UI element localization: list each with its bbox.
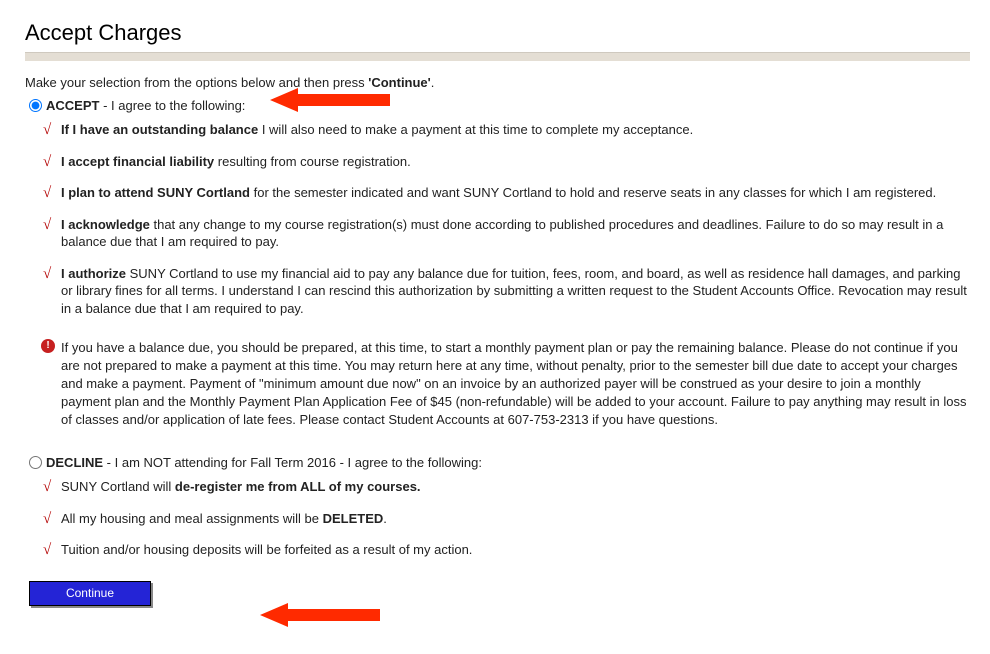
checkmark-icon: √ bbox=[43, 264, 51, 284]
decline-term-3: √ Tuition and/or housing deposits will b… bbox=[43, 541, 970, 559]
accept-term-3-lead: I plan to attend SUNY Cortland bbox=[61, 185, 250, 200]
accept-term-3-rest: for the semester indicated and want SUNY… bbox=[250, 185, 936, 200]
decline-term-2-bold: DELETED bbox=[323, 511, 384, 526]
decline-term-2: √ All my housing and meal assignments wi… bbox=[43, 510, 970, 528]
instruction-text: Make your selection from the options bel… bbox=[25, 75, 970, 90]
decline-label-bold: DECLINE bbox=[46, 455, 103, 470]
decline-radio[interactable] bbox=[29, 456, 42, 469]
checkmark-icon: √ bbox=[43, 509, 51, 529]
accept-label-bold: ACCEPT bbox=[46, 98, 99, 113]
decline-term-3-pre: Tuition and/or housing deposits will be … bbox=[61, 542, 472, 557]
balance-notice-text: If you have a balance due, you should be… bbox=[61, 340, 966, 427]
accept-term-4-lead: I acknowledge bbox=[61, 217, 150, 232]
decline-term-2-post: . bbox=[383, 511, 387, 526]
decline-option-label: DECLINE - I am NOT attending for Fall Te… bbox=[46, 455, 482, 470]
accept-term-4: √ I acknowledge that any change to my co… bbox=[43, 216, 970, 251]
decline-term-1: √ SUNY Cortland will de-register me from… bbox=[43, 478, 970, 496]
checkmark-icon: √ bbox=[43, 120, 51, 140]
accept-terms-list: √ If I have an outstanding balance I wil… bbox=[43, 121, 970, 317]
decline-term-1-pre: SUNY Cortland will bbox=[61, 479, 175, 494]
accept-term-1-rest: I will also need to make a payment at th… bbox=[258, 122, 693, 137]
accept-term-5-rest: SUNY Cortland to use my financial aid to… bbox=[61, 266, 967, 316]
alert-icon: ! bbox=[41, 339, 55, 353]
title-divider bbox=[25, 52, 970, 61]
accept-option-row[interactable]: ACCEPT - I agree to the following: bbox=[29, 98, 970, 113]
accept-term-4-rest: that any change to my course registratio… bbox=[61, 217, 943, 250]
accept-term-5-lead: I authorize bbox=[61, 266, 126, 281]
accept-term-2-lead: I accept financial liability bbox=[61, 154, 214, 169]
decline-label-rest: - I am NOT attending for Fall Term 2016 … bbox=[103, 455, 482, 470]
checkmark-icon: √ bbox=[43, 540, 51, 560]
decline-terms-list: √ SUNY Cortland will de-register me from… bbox=[43, 478, 970, 559]
accept-term-2: √ I accept financial liability resulting… bbox=[43, 153, 970, 171]
arrow-continue-icon bbox=[260, 600, 380, 630]
accept-term-5: √ I authorize SUNY Cortland to use my fi… bbox=[43, 265, 970, 318]
decline-option-row[interactable]: DECLINE - I am NOT attending for Fall Te… bbox=[29, 455, 970, 470]
continue-button[interactable]: Continue bbox=[29, 581, 151, 606]
instruction-suffix: . bbox=[431, 75, 435, 90]
accept-term-2-rest: resulting from course registration. bbox=[214, 154, 411, 169]
decline-term-1-bold: de-register me from ALL of my courses. bbox=[175, 479, 421, 494]
accept-radio[interactable] bbox=[29, 99, 42, 112]
decline-term-2-pre: All my housing and meal assignments will… bbox=[61, 511, 323, 526]
checkmark-icon: √ bbox=[43, 215, 51, 235]
accept-term-1: √ If I have an outstanding balance I wil… bbox=[43, 121, 970, 139]
balance-notice: ! If you have a balance due, you should … bbox=[43, 339, 970, 429]
accept-term-1-lead: If I have an outstanding balance bbox=[61, 122, 258, 137]
page-title: Accept Charges bbox=[25, 20, 970, 46]
accept-option-label: ACCEPT - I agree to the following: bbox=[46, 98, 245, 113]
checkmark-icon: √ bbox=[43, 183, 51, 203]
accept-label-rest: - I agree to the following: bbox=[99, 98, 245, 113]
accept-term-3: √ I plan to attend SUNY Cortland for the… bbox=[43, 184, 970, 202]
instruction-prefix: Make your selection from the options bel… bbox=[25, 75, 368, 90]
checkmark-icon: √ bbox=[43, 152, 51, 172]
instruction-bold: 'Continue' bbox=[368, 75, 431, 90]
checkmark-icon: √ bbox=[43, 477, 51, 497]
